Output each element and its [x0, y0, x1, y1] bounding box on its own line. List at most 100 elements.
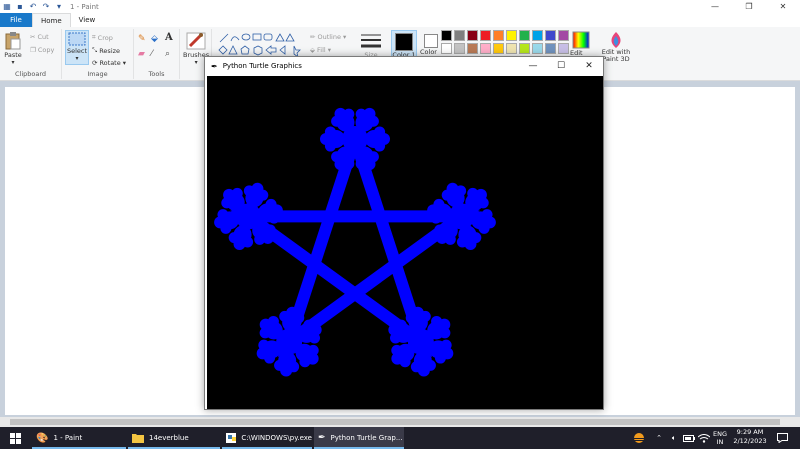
shapes-gallery-icon[interactable]	[218, 32, 308, 58]
palette-swatch[interactable]	[493, 43, 504, 54]
paint-title-bar: ▦ ▪ ↶ ↷ ▾ 1 - Paint — ❐ ✕	[0, 0, 800, 13]
taskbar-item-turtle[interactable]: ✒ Python Turtle Grap...	[314, 427, 404, 449]
edit-paint3d-button[interactable]: Edit with Paint 3D	[600, 31, 632, 63]
turtle-drawing	[214, 107, 496, 377]
copy-icon: ❐	[30, 46, 36, 54]
color-picker-icon[interactable]: ⁄	[151, 49, 153, 59]
undo-icon[interactable]: ↶	[28, 2, 38, 12]
magnifier-icon[interactable]: ⌕	[165, 49, 170, 59]
tab-home[interactable]: Home	[32, 13, 71, 27]
tab-view[interactable]: View	[71, 13, 104, 27]
copy-button[interactable]: ❐ Copy	[30, 46, 54, 54]
palette-swatch[interactable]	[441, 43, 452, 54]
palette-swatch[interactable]	[558, 30, 569, 41]
text-tool-icon[interactable]: A	[165, 32, 173, 43]
start-button[interactable]	[0, 427, 30, 449]
palette-swatch[interactable]	[467, 30, 478, 41]
paint-restore-button[interactable]: ❐	[732, 0, 766, 13]
palette-swatch[interactable]	[467, 43, 478, 54]
speaker-muted-icon[interactable]: 🔈︎	[667, 427, 681, 449]
paint-app-icon[interactable]: ▦	[2, 2, 12, 12]
battery-icon[interactable]	[682, 427, 696, 449]
folder-icon	[132, 434, 144, 443]
resize-icon: ⤡	[92, 46, 98, 54]
scrollbar-thumb[interactable]	[10, 419, 780, 425]
turtle-canvas[interactable]	[207, 76, 603, 409]
rotate-button[interactable]: ⟳ Rotate ▾	[92, 59, 126, 67]
outline-dropdown-icon[interactable]: ▾	[343, 33, 346, 41]
snowflake-lobe	[483, 216, 496, 229]
paste-button[interactable]: Paste ▾	[4, 31, 22, 66]
palette-swatch[interactable]	[519, 43, 530, 54]
tab-file[interactable]: File	[0, 13, 32, 27]
clipboard-group: Paste ▾ ✂ Cut ❐ Copy Clipboard	[0, 29, 62, 79]
palette-swatch[interactable]	[532, 43, 543, 54]
snowflake-lobe	[259, 318, 272, 331]
palette-swatch[interactable]	[480, 30, 491, 41]
palette-swatch[interactable]	[480, 43, 491, 54]
snowflake-lobe	[306, 352, 319, 365]
windows-logo-icon	[9, 432, 21, 444]
feather-icon: ✒	[318, 433, 326, 443]
turtle-minimize-button[interactable]: —	[519, 57, 547, 75]
palette-swatch[interactable]	[519, 30, 530, 41]
horizontal-scrollbar[interactable]	[0, 417, 800, 427]
palette-swatch[interactable]	[441, 30, 452, 41]
input-language-indicator[interactable]: ENG IN	[711, 427, 729, 449]
taskbar-item-folder[interactable]: 14everblue	[128, 427, 220, 449]
paint-minimize-button[interactable]: —	[698, 0, 732, 13]
fill-button[interactable]: ⬙ Fill ▾	[310, 46, 331, 54]
palette-swatch[interactable]	[506, 43, 517, 54]
resize-button[interactable]: ⤡ Resize	[92, 46, 120, 55]
taskbar-item-paint[interactable]: 🎨 1 - Paint	[32, 427, 126, 449]
snowflake-lobe	[411, 306, 424, 319]
weather-icon[interactable]	[630, 427, 648, 449]
quick-access-dropdown-icon[interactable]: ▾	[54, 2, 64, 12]
palette-swatch[interactable]	[558, 43, 569, 54]
save-icon[interactable]: ▪	[15, 2, 25, 12]
clipboard-group-label: Clipboard	[14, 70, 47, 78]
cut-button[interactable]: ✂ Cut	[30, 33, 49, 41]
turtle-close-button[interactable]: ✕	[575, 57, 603, 75]
color-wheel-icon	[572, 31, 590, 49]
palette-swatch[interactable]	[532, 30, 543, 41]
palette-swatch[interactable]	[545, 43, 556, 54]
turtle-maximize-button[interactable]: ☐	[547, 57, 575, 75]
select-button[interactable]: Select ▾	[65, 30, 89, 65]
taskbar: 🎨 1 - Paint 14everblue C:\WINDOWS\py.exe…	[0, 427, 800, 449]
snowflake-lobe	[251, 182, 264, 195]
brushes-dropdown-icon[interactable]: ▾	[195, 59, 198, 66]
palette-swatch[interactable]	[545, 30, 556, 41]
snowflake-lobe	[427, 204, 440, 217]
show-hidden-icons-chevron-icon[interactable]: ⌃	[652, 427, 666, 449]
select-dropdown-icon[interactable]: ▾	[75, 55, 78, 62]
crop-icon: ⌗	[92, 33, 96, 41]
palette-swatch[interactable]	[454, 43, 465, 54]
notifications-icon[interactable]	[774, 427, 790, 449]
crop-button[interactable]: ⌗ Crop	[92, 33, 113, 42]
snowflake-lobe	[378, 133, 390, 145]
pentagram-star	[230, 137, 480, 358]
pencil-icon[interactable]: ✎	[138, 34, 146, 44]
palette-swatch[interactable]	[506, 30, 517, 41]
fill-bucket-icon[interactable]: ⬙	[151, 34, 158, 44]
scissors-icon: ✂	[30, 33, 36, 41]
fill-dropdown-icon[interactable]: ▾	[328, 46, 331, 54]
paint-close-button[interactable]: ✕	[766, 0, 800, 13]
palette-swatch[interactable]	[493, 30, 504, 41]
wifi-icon[interactable]	[697, 427, 711, 449]
snowflake-lobe	[233, 237, 246, 250]
paste-dropdown-icon[interactable]: ▾	[11, 59, 14, 66]
outline-icon: ✏	[310, 33, 316, 41]
snowflake-lobe	[261, 231, 274, 244]
redo-icon[interactable]: ↷	[41, 2, 51, 12]
size-button[interactable]: Size	[360, 31, 382, 59]
taskbar-clock[interactable]: 9:29 AM 2/12/2023	[728, 428, 772, 446]
palette-swatch[interactable]	[454, 30, 465, 41]
rotate-dropdown-icon[interactable]: ▾	[123, 59, 126, 67]
outline-button[interactable]: ✏ Outline ▾	[310, 33, 346, 41]
taskbar-item-py-exe[interactable]: C:\WINDOWS\py.exe	[222, 427, 312, 449]
line-size-icon	[361, 34, 381, 48]
turtle-window: ✒ Python Turtle Graphics — ☐ ✕	[204, 56, 604, 410]
eraser-icon[interactable]: ▰	[138, 49, 145, 59]
